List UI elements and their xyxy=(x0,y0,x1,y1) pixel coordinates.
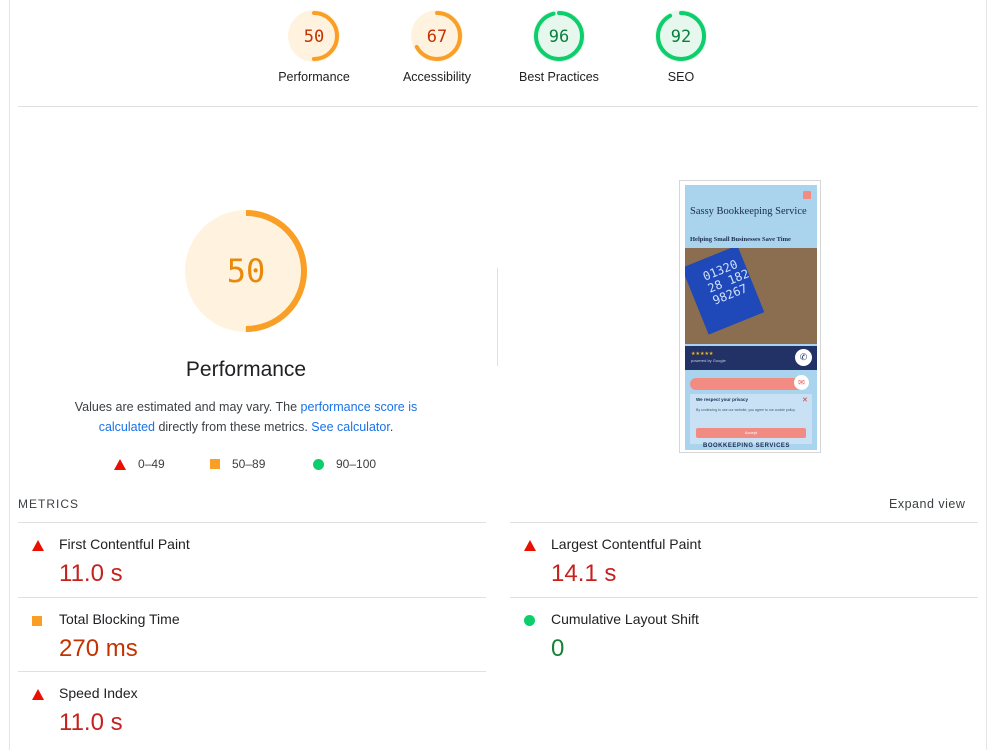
gauge-score: 50 xyxy=(304,27,324,47)
triangle-icon xyxy=(32,540,44,551)
screenshot-bottom-text: BOOKKEEPING SERVICES xyxy=(703,443,790,449)
metric-largest-contentful-paint: Largest Contentful Paint 14.1 s xyxy=(510,522,978,598)
privacy-body: By continuing to use our website, you ag… xyxy=(696,408,796,412)
privacy-accept-button: Accept xyxy=(696,428,806,438)
metric-value: 11.0 s xyxy=(59,560,123,587)
gauge-accessibility[interactable]: 67 Accessibility xyxy=(377,8,497,84)
gauge-label: SEO xyxy=(667,70,695,84)
gauge-best-practices-ring: 96 xyxy=(533,10,585,62)
legend-range: 50–89 xyxy=(232,457,266,471)
gauge-label: Performance xyxy=(278,70,350,84)
metric-speed-index: Speed Index 11.0 s xyxy=(18,671,486,747)
privacy-banner: We respect your privacy ✕ By continuing … xyxy=(690,394,812,444)
header-divider xyxy=(18,106,978,107)
powered-by-google: powered by Google xyxy=(691,358,726,363)
privacy-title: We respect your privacy xyxy=(696,397,748,402)
mail-icon: ✉ xyxy=(794,375,809,390)
triangle-icon xyxy=(114,458,126,470)
gauge-performance[interactable]: 50 Performance xyxy=(254,8,374,84)
gauge-score: 92 xyxy=(671,27,691,47)
metric-name: First Contentful Paint xyxy=(59,536,190,552)
screenshot-hero-image: 01320 28 182 98267 xyxy=(685,248,817,344)
metric-value: 270 ms xyxy=(59,635,138,662)
metric-value: 0 xyxy=(551,635,565,662)
screenshot-site-title: Sassy Bookkeeping Service xyxy=(690,206,807,217)
gauge-best-practices[interactable]: 96 Best Practices xyxy=(499,8,619,84)
expand-view-toggle[interactable]: Expand view xyxy=(889,497,965,511)
metric-name: Speed Index xyxy=(59,685,138,701)
gauge-label: Best Practices xyxy=(519,70,599,84)
see-calculator-link[interactable]: See calculator xyxy=(311,420,390,434)
circle-icon xyxy=(524,615,535,626)
score-gauges: 50 Performance 67 Accessibility 96 Best … xyxy=(0,8,1000,98)
phone-icon: ✆ xyxy=(795,349,812,366)
contact-bar xyxy=(690,378,806,390)
metric-first-contentful-paint: First Contentful Paint 11.0 s xyxy=(18,522,486,598)
performance-title: Performance xyxy=(185,358,307,381)
screenshot-page: Sassy Bookkeeping Service Helping Small … xyxy=(685,185,817,450)
screenshot-tagline: Helping Small Businesses Save Time xyxy=(690,236,791,243)
metric-value: 14.1 s xyxy=(551,560,617,587)
circle-icon xyxy=(313,458,324,470)
menu-icon xyxy=(803,191,811,199)
metrics-header: METRICS xyxy=(18,497,79,511)
performance-gauge-large: 50 xyxy=(183,208,309,339)
square-icon xyxy=(32,616,42,626)
gauge-score: 67 xyxy=(427,27,447,47)
metric-value: 11.0 s xyxy=(59,709,123,736)
performance-score: 50 xyxy=(227,252,266,290)
final-screenshot[interactable]: Sassy Bookkeeping Service Helping Small … xyxy=(679,180,821,453)
metric-total-blocking-time: Total Blocking Time 270 ms xyxy=(18,597,486,673)
legend-average: 50–89 xyxy=(210,457,265,471)
gauge-performance-ring: 50 xyxy=(288,10,340,62)
vertical-divider xyxy=(497,268,498,366)
gauge-seo[interactable]: 92 SEO xyxy=(621,8,741,84)
performance-ring: 50 xyxy=(185,210,307,332)
legend-range: 90–100 xyxy=(336,457,377,471)
gauge-score: 96 xyxy=(549,27,569,47)
metric-name: Largest Contentful Paint xyxy=(551,536,702,552)
close-icon: ✕ xyxy=(802,397,808,404)
desc-text: . xyxy=(389,420,394,434)
legend-fail: 0–49 xyxy=(114,457,165,471)
gauge-accessibility-ring: 67 xyxy=(411,10,463,62)
desc-text: Values are estimated and may vary. The xyxy=(74,400,301,414)
star-rating: ★★★★★ xyxy=(691,351,714,357)
performance-description: Values are estimated and may vary. The p… xyxy=(45,397,447,437)
square-icon xyxy=(210,459,220,469)
metric-name: Cumulative Layout Shift xyxy=(551,611,699,627)
desc-text: directly from these metrics. xyxy=(154,420,312,434)
metric-cumulative-layout-shift: Cumulative Layout Shift 0 xyxy=(510,597,978,673)
legend-pass: 90–100 xyxy=(313,457,376,471)
gauge-label: Accessibility xyxy=(402,70,472,84)
gauge-seo-ring: 92 xyxy=(655,10,707,62)
triangle-icon xyxy=(524,540,536,551)
legend-range: 0–49 xyxy=(138,457,165,471)
triangle-icon xyxy=(32,689,44,700)
metric-name: Total Blocking Time xyxy=(59,611,180,627)
